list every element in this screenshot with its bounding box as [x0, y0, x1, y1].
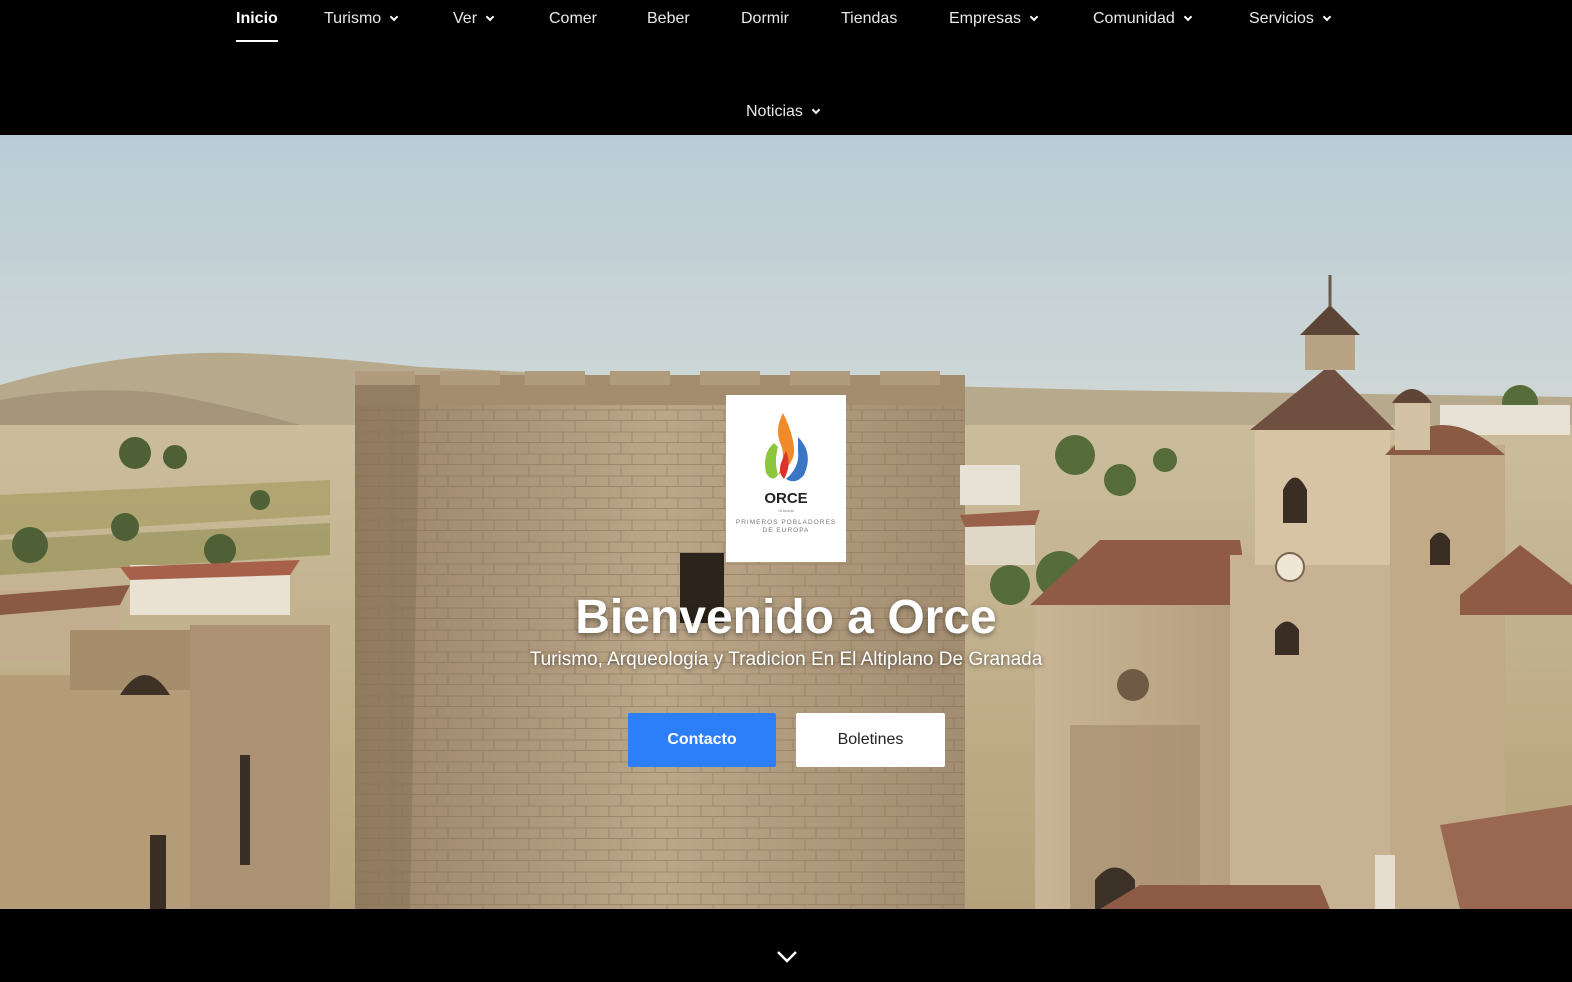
nav-item-label: Tiendas [841, 10, 898, 27]
boletines-button[interactable]: Boletines [796, 713, 945, 767]
logo-tagline-line2: DE EUROPA [762, 527, 810, 534]
nav-item-label: Dormir [741, 10, 789, 27]
nav-row-secondary: Noticias [0, 93, 1572, 133]
chevron-down-icon [1322, 12, 1332, 22]
nav-item-label: Inicio [236, 10, 278, 27]
nav-item-dormir[interactable]: Dormir [741, 10, 789, 28]
nav-item-inicio[interactable]: Inicio [236, 10, 278, 42]
nav-item-label: Servicios [1249, 10, 1314, 27]
nav-item-beber[interactable]: Beber [647, 10, 690, 28]
main-navigation: Inicio Turismo Ver Comer Beber Dormir Ti… [0, 0, 1572, 135]
nav-item-label: Beber [647, 10, 690, 27]
nav-item-label: Comunidad [1093, 10, 1175, 27]
chevron-down-icon [389, 12, 399, 22]
nav-item-tiendas[interactable]: Tiendas [841, 10, 897, 28]
nav-item-noticias[interactable]: Noticias [746, 103, 821, 121]
nav-item-comer[interactable]: Comer [549, 10, 597, 28]
nav-item-comunidad[interactable]: Comunidad [1093, 10, 1193, 28]
chevron-down-icon [1183, 12, 1193, 22]
flame-logo-icon [765, 413, 808, 482]
logo-tagline-line1: PRIMEROS POBLADORES [735, 519, 837, 526]
nav-item-empresas[interactable]: Empresas [949, 10, 1039, 28]
scroll-down-chevron-icon[interactable] [776, 946, 798, 968]
contacto-button[interactable]: Contacto [628, 713, 776, 767]
nav-item-label: Noticias [746, 103, 803, 120]
hero-subtitle: Turismo, Arqueologia y Tradicion En El A… [529, 649, 1043, 670]
logo-title: ORCE [764, 490, 808, 507]
orce-logo[interactable]: ORCE Granada PRIMEROS POBLADORES DE EURO… [726, 395, 846, 562]
nav-item-label: Ver [453, 10, 478, 27]
nav-item-turismo[interactable]: Turismo [324, 10, 399, 28]
chevron-down-icon [777, 951, 797, 963]
nav-item-ver[interactable]: Ver [453, 10, 495, 28]
nav-item-label: Comer [549, 10, 598, 27]
nav-row-primary: Inicio Turismo Ver Comer Beber Dormir Ti… [0, 0, 1572, 42]
chevron-down-icon [811, 105, 821, 115]
nav-item-label: Turismo [324, 10, 382, 27]
chevron-down-icon [485, 12, 495, 22]
nav-item-label: Empresas [949, 10, 1022, 27]
nav-item-servicios[interactable]: Servicios [1249, 10, 1332, 28]
hero-section: ORCE Granada PRIMEROS POBLADORES DE EURO… [0, 135, 1572, 909]
hero-title: Bienvenido a Orce [575, 591, 997, 644]
chevron-down-icon [1029, 12, 1039, 22]
logo-region: Granada [778, 508, 794, 513]
